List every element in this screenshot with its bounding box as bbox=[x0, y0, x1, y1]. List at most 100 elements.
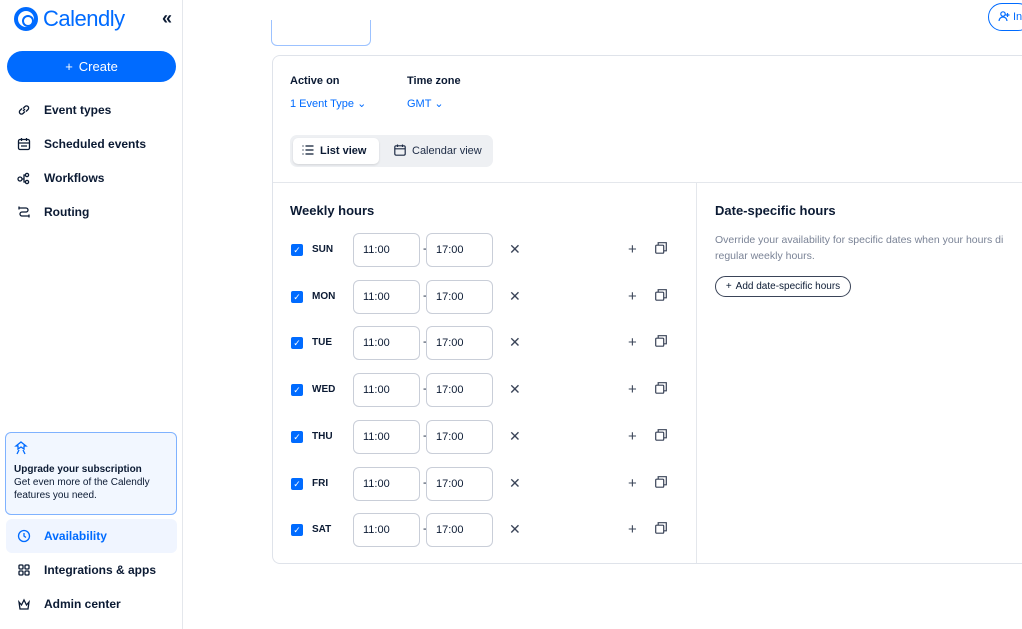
nav-item-event-types[interactable]: Event types bbox=[0, 93, 183, 127]
workflow-icon bbox=[16, 170, 32, 186]
copy-icon[interactable] bbox=[655, 334, 667, 350]
date-specific-description: Override your availability for specific … bbox=[715, 232, 1022, 264]
view-toggle: List view Calendar view bbox=[290, 135, 493, 167]
close-icon[interactable]: ✕ bbox=[509, 475, 521, 492]
start-time-input[interactable]: 11:00 bbox=[353, 419, 420, 454]
close-icon[interactable]: ✕ bbox=[509, 521, 521, 538]
add-user-icon bbox=[998, 10, 1010, 25]
add-interval-icon[interactable]: + bbox=[628, 521, 637, 538]
day-checkbox[interactable]: ✓ bbox=[291, 524, 303, 537]
end-time-input[interactable]: 17:00 bbox=[426, 419, 493, 454]
upgrade-title: Upgrade your subscription bbox=[14, 464, 142, 475]
nav-item-availability[interactable]: Availability bbox=[6, 519, 177, 553]
weekly-hours: Weekly hours ✓ SUN 11:00-17:00 ✕ + ✓ MON 11:00-… bbox=[273, 183, 697, 563]
invite-label: In bbox=[1013, 11, 1022, 23]
copy-icon[interactable] bbox=[655, 521, 667, 537]
day-name: WED bbox=[312, 384, 336, 396]
invite-button[interactable]: In bbox=[988, 3, 1022, 31]
upgrade-icon bbox=[14, 441, 168, 459]
copy-icon[interactable] bbox=[655, 428, 667, 444]
end-time-input[interactable]: 17:00 bbox=[426, 513, 493, 548]
copy-icon[interactable] bbox=[655, 241, 667, 257]
add-interval-icon[interactable]: + bbox=[628, 381, 637, 398]
active-on-label: Active on bbox=[290, 75, 340, 87]
main-nav: Event types Scheduled events Workflows R… bbox=[0, 93, 183, 229]
clock-icon bbox=[16, 528, 32, 544]
schedule-settings: Active on 1 Event Type ⌄ Time zone GMT ⌄… bbox=[273, 56, 1022, 183]
upgrade-card[interactable]: Upgrade your subscription Get even more … bbox=[5, 432, 177, 515]
day-row-thu: ✓ THU 11:00-17:00 ✕ + bbox=[290, 419, 690, 454]
add-date-specific-label: Add date-specific hours bbox=[735, 281, 841, 292]
plus-icon: + bbox=[65, 59, 73, 74]
day-name: MON bbox=[312, 290, 336, 302]
availability-card: Active on 1 Event Type ⌄ Time zone GMT ⌄… bbox=[272, 55, 1022, 564]
create-label: Create bbox=[78, 59, 118, 74]
upgrade-text: Get even more of the Calendly features y… bbox=[14, 477, 150, 501]
list-view-button[interactable]: List view bbox=[293, 138, 379, 164]
calendar-view-label: Calendar view bbox=[412, 145, 482, 157]
end-time-input[interactable]: 17:00 bbox=[426, 373, 493, 408]
close-icon[interactable]: ✕ bbox=[509, 241, 521, 258]
add-interval-icon[interactable]: + bbox=[628, 428, 637, 445]
timezone-value: GMT bbox=[407, 98, 432, 110]
create-button[interactable]: + Create bbox=[7, 51, 176, 82]
day-row-sun: ✓ SUN 11:00-17:00 ✕ + bbox=[290, 233, 690, 267]
day-checkbox[interactable]: ✓ bbox=[291, 337, 303, 350]
start-time-input[interactable]: 11:00 bbox=[353, 513, 420, 548]
start-time-input[interactable]: 11:00 bbox=[353, 279, 420, 314]
logo[interactable]: Calendly « bbox=[14, 6, 174, 32]
day-checkbox[interactable]: ✓ bbox=[291, 290, 303, 303]
timezone-dropdown[interactable]: GMT ⌄ bbox=[407, 97, 444, 110]
start-time-input[interactable]: 11:00 bbox=[353, 326, 420, 361]
add-interval-icon[interactable]: + bbox=[628, 334, 637, 351]
nav-item-admin-center[interactable]: Admin center bbox=[0, 587, 183, 621]
close-icon[interactable]: ✕ bbox=[509, 428, 521, 445]
end-time-input[interactable]: 17:00 bbox=[426, 326, 493, 361]
close-icon[interactable]: ✕ bbox=[509, 334, 521, 351]
collapse-sidebar-button[interactable]: « bbox=[162, 8, 172, 29]
tab-my-schedule[interactable] bbox=[271, 20, 371, 46]
nav-item-workflows[interactable]: Workflows bbox=[0, 161, 183, 195]
close-icon[interactable]: ✕ bbox=[509, 381, 521, 398]
sidebar: Calendly « + Create Event types Schedule… bbox=[0, 0, 183, 629]
nav-item-scheduled-events[interactable]: Scheduled events bbox=[0, 127, 183, 161]
day-name: SUN bbox=[312, 244, 334, 255]
day-checkbox[interactable]: ✓ bbox=[291, 244, 303, 256]
add-interval-icon[interactable]: + bbox=[628, 288, 637, 305]
date-specific-desc-line1: Override your availability for specific … bbox=[715, 234, 1004, 246]
close-icon[interactable]: ✕ bbox=[509, 288, 521, 305]
end-time-input[interactable]: 17:00 bbox=[426, 466, 493, 501]
day-checkbox[interactable]: ✓ bbox=[291, 477, 303, 490]
routing-icon bbox=[16, 204, 32, 220]
nav-item-routing[interactable]: Routing bbox=[0, 195, 183, 229]
nav-item-integrations[interactable]: Integrations & apps bbox=[0, 553, 183, 587]
active-on-dropdown[interactable]: 1 Event Type ⌄ bbox=[290, 97, 366, 110]
day-checkbox[interactable]: ✓ bbox=[291, 430, 303, 443]
calendar-view-button[interactable]: Calendar view bbox=[385, 138, 491, 164]
day-row-wed: ✓ WED 11:00-17:00 ✕ + bbox=[290, 373, 690, 408]
day-checkbox[interactable]: ✓ bbox=[291, 384, 303, 397]
date-specific-desc-line2: regular weekly hours. bbox=[715, 250, 815, 262]
day-row-fri: ✓ FRI 11:00-17:00 ✕ + bbox=[290, 466, 690, 501]
nav-label: Availability bbox=[44, 529, 107, 543]
chevron-down-icon: ⌄ bbox=[357, 98, 367, 110]
calendly-logo-icon bbox=[14, 7, 38, 31]
start-time-input[interactable]: 11:00 bbox=[353, 466, 420, 501]
weekly-hours-title: Weekly hours bbox=[290, 203, 375, 218]
day-name: SAT bbox=[312, 524, 332, 536]
copy-icon[interactable] bbox=[655, 381, 667, 397]
start-time-input[interactable]: 11:00 bbox=[353, 373, 420, 408]
copy-icon[interactable] bbox=[655, 475, 667, 491]
plus-icon: + bbox=[725, 281, 732, 292]
end-time-input[interactable]: 17:00 bbox=[426, 233, 493, 267]
start-time-input[interactable]: 11:00 bbox=[353, 233, 420, 267]
copy-icon[interactable] bbox=[655, 288, 667, 304]
add-interval-icon[interactable]: + bbox=[628, 241, 637, 258]
end-time-input[interactable]: 17:00 bbox=[426, 279, 493, 314]
add-date-specific-hours-button[interactable]: + Add date-specific hours bbox=[715, 276, 851, 297]
bottom-nav: Availability Integrations & apps Admin c… bbox=[0, 519, 183, 621]
day-row-tue: ✓ TUE 11:00-17:00 ✕ + bbox=[290, 326, 690, 361]
nav-label: Integrations & apps bbox=[44, 563, 157, 577]
add-interval-icon[interactable]: + bbox=[628, 475, 637, 492]
nav-label: Routing bbox=[44, 205, 90, 219]
